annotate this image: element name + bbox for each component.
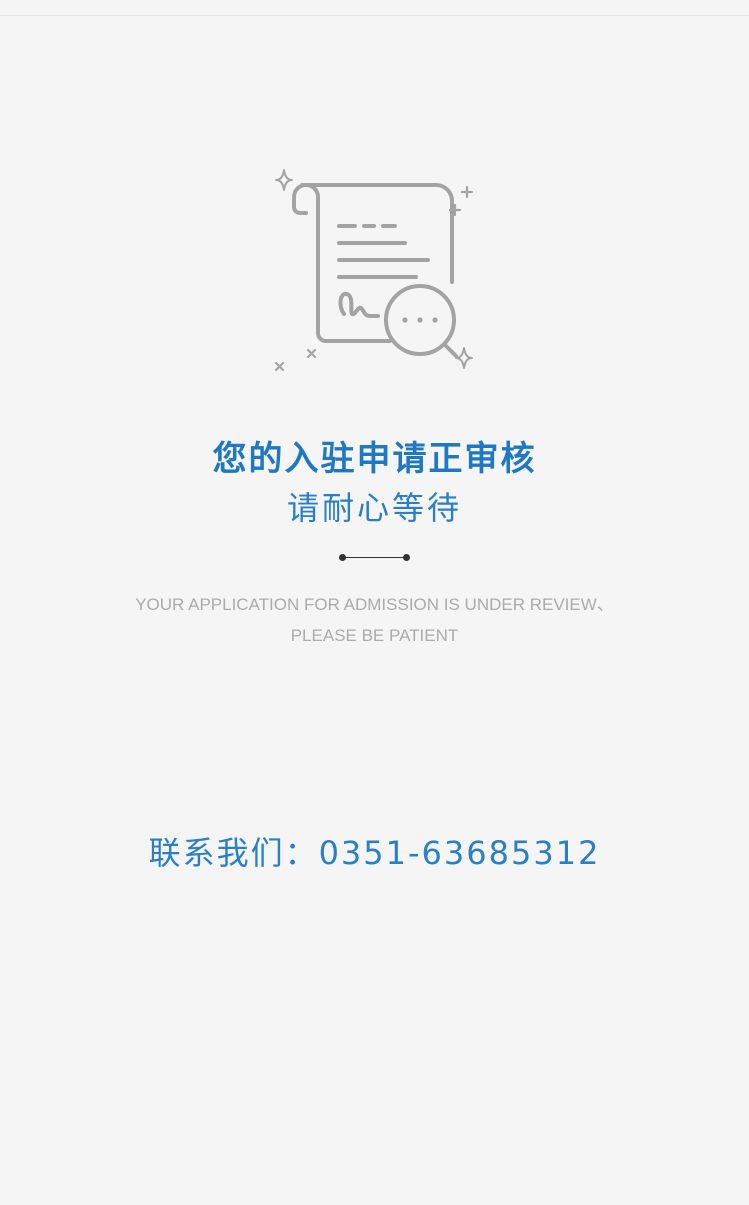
english-notice-line-2: PLEASE BE PATIENT — [290, 626, 459, 645]
top-divider — [0, 15, 749, 16]
status-title: 您的入驻申请正审核 — [212, 439, 537, 479]
divider-line — [342, 557, 407, 558]
english-notice-line-1: YOUR APPLICATION FOR ADMISSION IS UNDER … — [135, 595, 614, 614]
divider-dot-right — [403, 554, 410, 561]
status-subtitle: 请耐心等待 — [286, 489, 462, 527]
document-review-icon — [266, 164, 482, 380]
section-divider — [339, 553, 410, 562]
contact-phone[interactable]: 联系我们：0351-63685312 — [0, 831, 749, 875]
english-notice: YOUR APPLICATION FOR ADMISSION IS UNDER … — [0, 589, 749, 651]
